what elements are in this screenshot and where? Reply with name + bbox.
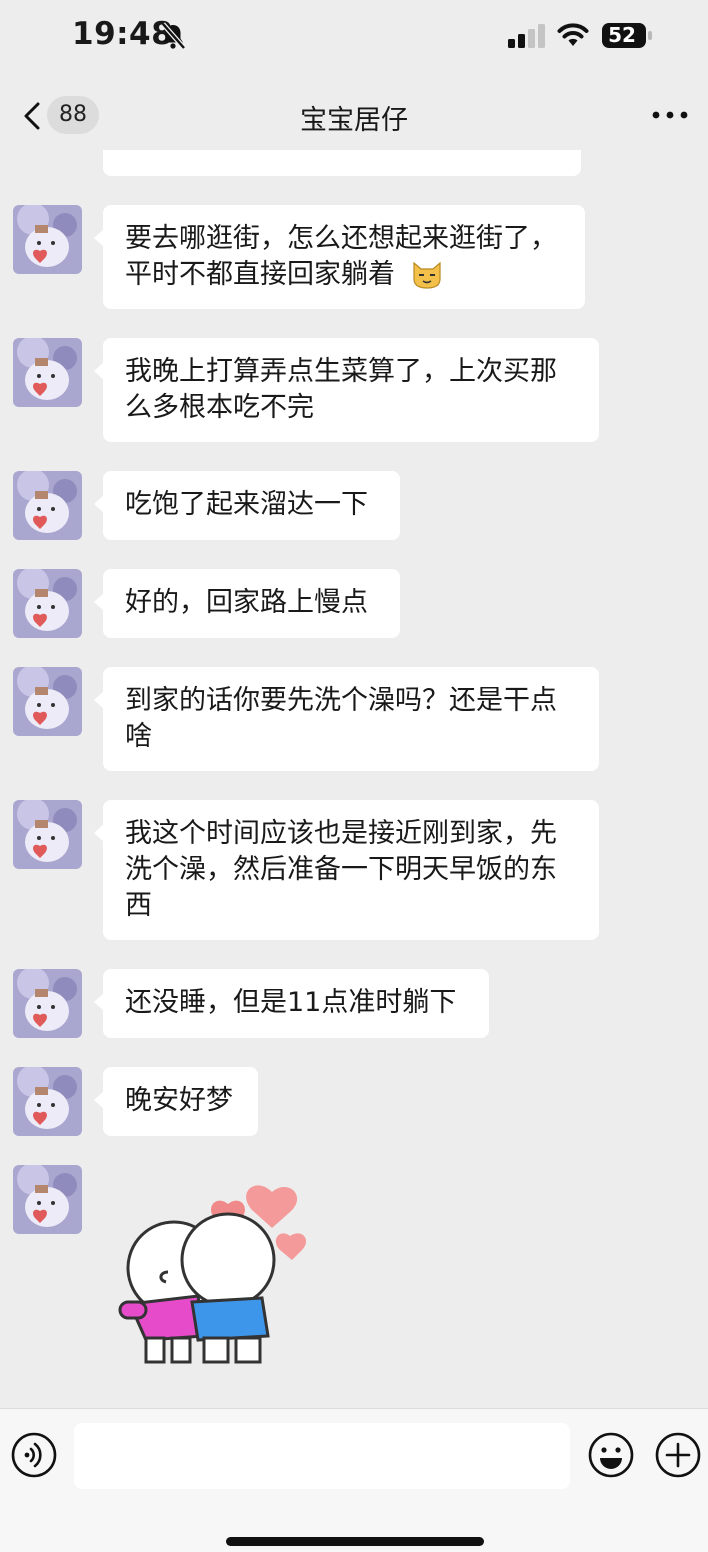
contact-avatar-icon — [13, 969, 82, 1038]
message-bubble[interactable]: 还没睡，但是11点准时躺下 — [94, 969, 489, 1038]
chat-title: 宝宝居仔 — [300, 105, 408, 136]
partial-message-bubble[interactable] — [103, 150, 581, 176]
voice-icon[interactable] — [10, 1431, 58, 1479]
message-text: 晚安好梦 — [125, 1085, 233, 1116]
contact-avatar-icon — [13, 800, 82, 869]
avatar[interactable] — [13, 667, 82, 736]
message-text: 我晚上打算弄点生菜算了，上次买那 么多根本吃不完 — [125, 356, 557, 423]
contact-avatar-icon — [13, 1067, 82, 1136]
cat-face-emoji-icon — [413, 261, 441, 289]
avatar[interactable] — [13, 800, 82, 869]
message-bubble[interactable]: 到家的话你要先洗个澡吗？还是干点 啥 — [94, 667, 599, 771]
contact-avatar-icon — [13, 205, 82, 274]
contact-avatar-icon — [13, 569, 82, 638]
bell-slash-icon — [161, 22, 186, 50]
message-bubble[interactable]: 要去哪逛街，怎么还想起来逛街了， 平时不都直接回家躺着 — [94, 205, 585, 309]
message-text: 我这个时间应该也是接近刚到家，先 洗个澡，然后准备一下明天早饭的东 西 — [125, 818, 557, 921]
message-text: 还没睡，但是11点准时躺下 — [125, 987, 457, 1018]
status-time: 19:48 — [72, 16, 174, 52]
cellular-signal-icon — [508, 24, 545, 48]
contact-avatar-icon — [13, 338, 82, 407]
contact-avatar-icon — [13, 471, 82, 540]
contact-avatar-icon — [13, 1165, 82, 1234]
contact-avatar-icon — [13, 667, 82, 736]
message-text: 要去哪逛街，怎么还想起来逛街了， 平时不都直接回家躺着 — [125, 223, 557, 290]
home-indicator — [226, 1537, 484, 1546]
avatar[interactable] — [13, 969, 82, 1038]
status-bar: 19:48 52 — [0, 0, 708, 72]
avatar[interactable] — [13, 1165, 82, 1234]
wifi-icon — [557, 23, 589, 46]
message-list[interactable]: 要去哪逛街，怎么还想起来逛街了， 平时不都直接回家躺着 我晚上打算弄点生菜算了，… — [0, 150, 708, 1408]
avatar[interactable] — [13, 471, 82, 540]
plus-icon[interactable] — [654, 1431, 702, 1479]
message-bubble[interactable]: 我晚上打算弄点生菜算了，上次买那 么多根本吃不完 — [94, 338, 599, 442]
message-text: 好的，回家路上慢点 — [125, 587, 368, 618]
message-bubble[interactable]: 好的，回家路上慢点 — [94, 569, 400, 638]
input-bar — [0, 1408, 708, 1552]
emoji-icon[interactable] — [587, 1431, 635, 1479]
message-text: 到家的话你要先洗个澡吗？还是干点 啥 — [125, 685, 557, 752]
message-bubble[interactable]: 晚安好梦 — [94, 1067, 258, 1136]
avatar[interactable] — [13, 1067, 82, 1136]
avatar[interactable] — [13, 569, 82, 638]
message-bubble[interactable]: 吃饱了起来溜达一下 — [94, 471, 400, 540]
message-input[interactable] — [74, 1423, 570, 1489]
hug-sticker-icon[interactable] — [112, 1180, 326, 1370]
avatar[interactable] — [13, 205, 82, 274]
battery-level: 52 — [608, 23, 636, 47]
message-bubble[interactable]: 我这个时间应该也是接近刚到家，先 洗个澡，然后准备一下明天早饭的东 西 — [94, 800, 599, 940]
message-text: 吃饱了起来溜达一下 — [125, 489, 368, 520]
avatar[interactable] — [13, 338, 82, 407]
